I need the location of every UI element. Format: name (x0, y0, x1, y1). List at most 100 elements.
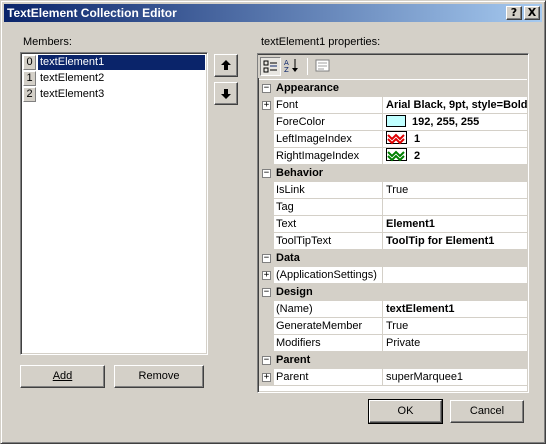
collapse-icon[interactable]: − (262, 254, 271, 263)
row-gutter: + (259, 97, 274, 114)
property-row[interactable]: ToolTipText ToolTip for Element1 (259, 233, 527, 250)
property-pages-icon (315, 59, 330, 72)
property-row[interactable]: GenerateMember True (259, 318, 527, 335)
collapse-icon[interactable]: − (262, 169, 271, 178)
property-row[interactable]: (Name) textElement1 (259, 301, 527, 318)
property-name: Modifiers (274, 335, 383, 352)
property-value[interactable]: ToolTip for Element1 (383, 233, 527, 250)
collapse-icon[interactable]: − (262, 84, 271, 93)
close-icon: X (527, 6, 537, 19)
category-data[interactable]: − Data (259, 250, 527, 267)
member-name: textElement3 (40, 88, 105, 100)
cancel-button[interactable]: Cancel (450, 400, 524, 423)
property-value[interactable]: superMarquee1 (383, 369, 527, 386)
green-zigzag-icon (386, 148, 407, 162)
toolbar-separator (307, 58, 308, 75)
property-row[interactable]: LeftImageIndex 1 (259, 131, 527, 148)
member-item[interactable]: 0 textElement1 (23, 55, 205, 71)
property-row[interactable]: IsLink True (259, 182, 527, 199)
remove-button[interactable]: Remove (114, 365, 204, 388)
properties-label: textElement1 properties: (261, 36, 381, 48)
property-value-text: textElement1 (386, 303, 455, 315)
row-gutter (259, 199, 274, 216)
property-row[interactable]: Modifiers Private (259, 335, 527, 352)
property-value[interactable]: 192, 255, 255 (383, 114, 527, 131)
expand-icon[interactable]: + (262, 101, 271, 110)
categorized-icon (263, 60, 277, 73)
property-value[interactable] (383, 199, 527, 216)
collapse-icon[interactable]: − (262, 288, 271, 297)
alphabetical-icon: A Z (284, 59, 298, 74)
add-button-label: Add (52, 370, 73, 382)
row-gutter: + (259, 369, 274, 386)
property-name: Font (274, 97, 383, 114)
expand-icon[interactable]: + (262, 373, 271, 382)
categorized-button[interactable] (260, 57, 281, 76)
row-gutter (259, 301, 274, 318)
row-gutter (259, 148, 274, 165)
category-label: Behavior (276, 167, 324, 179)
property-value-text: Private (386, 337, 421, 349)
property-row[interactable]: + Font Arial Black, 9pt, style=Bold (259, 97, 527, 114)
property-value[interactable]: True (383, 182, 527, 199)
property-name: (Name) (274, 301, 383, 318)
property-value-text: 2 (414, 150, 421, 162)
property-name: Tag (274, 199, 383, 216)
member-index: 0 (23, 55, 36, 70)
property-value-text: 1 (414, 133, 421, 145)
category-design[interactable]: − Design (259, 284, 527, 301)
category-label: Parent (276, 354, 311, 366)
property-name: ToolTipText (274, 233, 383, 250)
property-value[interactable]: Private (383, 335, 527, 352)
category-parent[interactable]: − Parent (259, 352, 527, 369)
title-bar[interactable]: TextElement Collection Editor ? X (4, 4, 542, 22)
add-button[interactable]: Add (20, 365, 105, 388)
property-value-text: superMarquee1 (386, 371, 464, 383)
property-value[interactable]: 2 (383, 148, 527, 165)
property-value[interactable]: Arial Black, 9pt, style=Bold (383, 97, 527, 114)
members-list[interactable]: 0 textElement1 1 textElement2 2 textElement3 (20, 52, 208, 355)
property-name: GenerateMember (274, 318, 383, 335)
property-value[interactable] (383, 267, 527, 284)
property-value[interactable]: Element1 (383, 216, 527, 233)
property-grid[interactable]: − Appearance + Font Arial Black, 9pt, style=… (259, 79, 527, 391)
property-row[interactable]: + (ApplicationSettings) (259, 267, 527, 284)
property-row[interactable]: Tag (259, 199, 527, 216)
property-row[interactable]: + Parent superMarquee1 (259, 369, 527, 386)
property-value[interactable]: 1 (383, 131, 527, 148)
category-label: Design (276, 286, 313, 298)
row-gutter (259, 335, 274, 352)
property-value[interactable]: textElement1 (383, 301, 527, 318)
expand-icon[interactable]: + (262, 271, 271, 280)
member-index: 1 (23, 71, 36, 86)
property-value[interactable]: True (383, 318, 527, 335)
arrow-up-icon (221, 60, 231, 70)
row-gutter (259, 216, 274, 233)
member-item[interactable]: 1 textElement2 (23, 71, 205, 87)
property-row[interactable]: RightImageIndex 2 (259, 148, 527, 165)
row-gutter (259, 233, 274, 250)
property-pages-button[interactable] (313, 57, 334, 76)
property-row[interactable]: Text Element1 (259, 216, 527, 233)
property-value-text: True (386, 320, 409, 332)
category-behavior[interactable]: − Behavior (259, 165, 527, 182)
move-up-button[interactable] (214, 54, 238, 77)
move-down-button[interactable] (214, 82, 238, 105)
help-button[interactable]: ? (506, 6, 522, 20)
member-name: textElement1 (38, 55, 205, 70)
category-appearance[interactable]: − Appearance (259, 80, 527, 97)
property-row[interactable]: ForeColor 192, 255, 255 (259, 114, 527, 131)
collapse-icon[interactable]: − (262, 356, 271, 365)
close-button[interactable]: X (524, 6, 540, 20)
member-index: 2 (23, 87, 36, 102)
ok-button[interactable]: OK (368, 399, 443, 424)
row-gutter (259, 318, 274, 335)
property-value-text: 192, 255, 255 (412, 116, 480, 128)
alphabetical-button[interactable]: A Z (282, 57, 303, 76)
property-name: RightImageIndex (274, 148, 383, 165)
property-name: LeftImageIndex (274, 131, 383, 148)
property-name: Parent (274, 369, 383, 386)
red-zigzag-icon (386, 131, 407, 145)
member-item[interactable]: 2 textElement3 (23, 87, 205, 103)
cancel-button-label: Cancel (469, 405, 505, 417)
